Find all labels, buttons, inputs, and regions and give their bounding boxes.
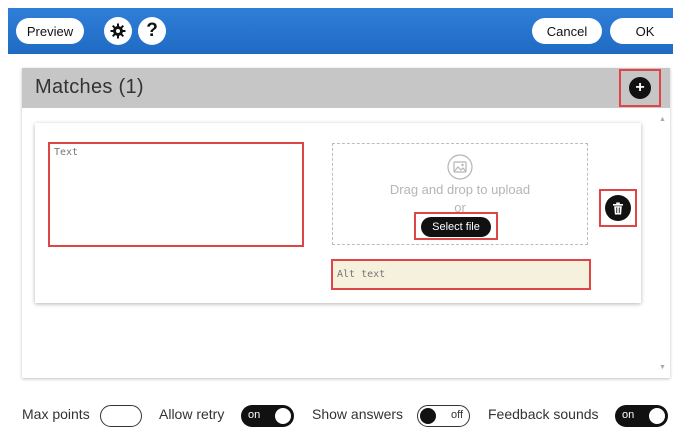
scroll-up-icon[interactable]: ▲ [659, 116, 666, 123]
help-icon: ? [146, 20, 158, 41]
help-button[interactable]: ? [138, 17, 166, 45]
gear-icon [110, 23, 126, 39]
show-answers-label: Show answers [312, 406, 404, 422]
match-card: Drag and drop to upload or Select file [35, 123, 641, 303]
delete-match-button[interactable] [605, 195, 631, 221]
image-icon [447, 154, 473, 180]
toggle-knob [649, 408, 665, 424]
alt-text-input[interactable] [333, 261, 589, 288]
feedback-sounds-toggle[interactable]: on [615, 405, 668, 427]
footer-settings: Max points Allow retry on Show answers o… [22, 405, 672, 429]
allow-retry-toggle[interactable]: on [241, 405, 294, 427]
toggle-knob [275, 408, 291, 424]
toggle-knob [420, 408, 436, 424]
page-title: Matches (1) [35, 76, 144, 98]
select-file-button[interactable]: Select file [421, 217, 491, 237]
max-points-input[interactable] [100, 405, 142, 427]
top-toolbar: Preview ? Cancel OK [8, 8, 673, 54]
allow-retry-state: on [248, 409, 261, 421]
panel-header: Matches (1) + [22, 68, 670, 108]
text-field-highlight [48, 142, 304, 247]
feedback-sounds-label: Feedback sounds [488, 406, 599, 422]
plus-icon: + [635, 79, 645, 96]
show-answers-state: off [450, 409, 463, 421]
trash-icon [613, 202, 623, 214]
feedback-sounds-state: on [622, 409, 635, 421]
scrollbar[interactable]: ▲ ▼ [657, 110, 669, 376]
settings-button[interactable] [104, 17, 132, 45]
max-points-label: Max points [22, 406, 90, 422]
show-answers-toggle[interactable]: off [417, 405, 470, 427]
scroll-down-icon[interactable]: ▼ [659, 364, 666, 371]
cancel-button[interactable]: Cancel [532, 18, 602, 44]
add-button-highlight: + [619, 69, 661, 107]
text-field[interactable] [51, 145, 301, 244]
add-match-button[interactable]: + [629, 77, 651, 99]
ok-button[interactable]: OK [610, 18, 673, 44]
matches-panel: Matches (1) + ▲ ▼ Drag and drop to uploa… [22, 68, 670, 378]
image-dropzone[interactable]: Drag and drop to upload or Select file [332, 143, 588, 245]
preview-button[interactable]: Preview [16, 18, 84, 44]
dropzone-text: Drag and drop to upload [389, 182, 531, 197]
allow-retry-label: Allow retry [159, 406, 225, 422]
